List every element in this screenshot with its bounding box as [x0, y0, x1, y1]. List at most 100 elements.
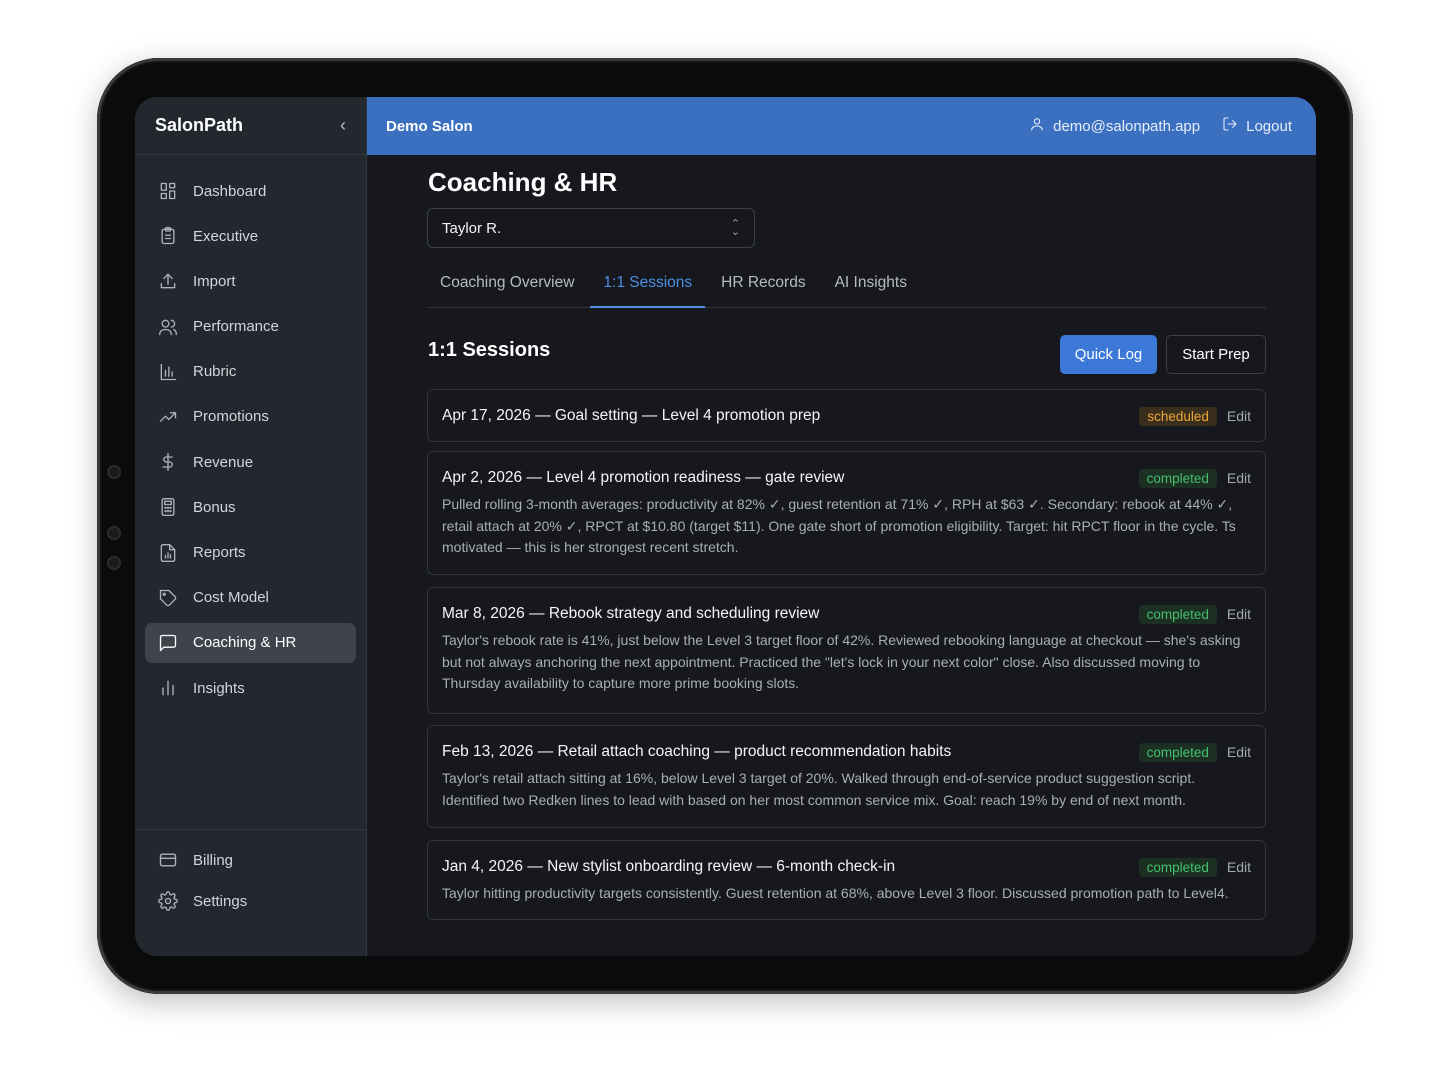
edit-button[interactable]: Edit [1227, 859, 1251, 875]
top-header: Demo Salon demo@salonpath.app Logout [367, 97, 1316, 155]
header-actions: demo@salonpath.app Logout [1029, 116, 1292, 136]
session-notes: Taylor's retail attach sitting at 16%, b… [442, 770, 1196, 808]
device-sensor [107, 556, 121, 570]
sidebar-item-coaching-hr[interactable]: Coaching & HR [145, 622, 356, 663]
gear-icon [157, 890, 179, 912]
session-title: Apr 17, 2026 — Goal setting — Level 4 pr… [442, 407, 821, 424]
edit-button[interactable]: Edit [1227, 606, 1251, 622]
sidebar-item-label: Executive [193, 227, 259, 245]
tag-icon [157, 587, 179, 609]
session-title: Jan 4, 2026 — New stylist onboarding rev… [442, 858, 896, 875]
sidebar-item-label: Reports [193, 544, 246, 561]
session-card[interactable]: Apr 17, 2026 — Goal setting — Level 4 pr… [427, 389, 1266, 442]
sidebar-item-executive[interactable]: Executive [145, 216, 356, 256]
section-title: 1:1 Sessions [428, 339, 551, 361]
status-badge: completed [1138, 742, 1217, 762]
logout-button[interactable]: Logout [1222, 116, 1292, 136]
session-card[interactable]: Apr 2, 2026 — Level 4 promotion readines… [427, 451, 1266, 575]
logout-icon [1222, 116, 1238, 136]
upload-icon [157, 270, 179, 292]
status-badge: completed [1138, 468, 1217, 488]
stylist-select[interactable]: Taylor R. ⌃ ⌄ [427, 208, 755, 248]
sidebar-item-billing[interactable]: Billing [145, 840, 357, 880]
trending-up-icon [157, 406, 179, 428]
page-title: Coaching & HR [428, 167, 618, 197]
sidebar-item-label: Insights [193, 679, 245, 697]
brand-row: SalonPath ‹ [135, 97, 366, 155]
sidebar-item-dashboard[interactable]: Dashboard [145, 171, 356, 211]
session-card-header: Apr 17, 2026 — Goal setting — Level 4 pr… [442, 405, 1251, 427]
brand-logo: SalonPath [155, 115, 244, 135]
sidebar-item-import[interactable]: Import [145, 261, 356, 301]
org-name: Demo Salon [386, 117, 473, 135]
chart-line-icon [157, 677, 179, 699]
sidebar-item-label: Settings [193, 892, 248, 910]
sidebar-item-insights[interactable]: Insights [145, 668, 356, 708]
session-card-header: Apr 2, 2026 — Level 4 promotion readines… [442, 467, 1251, 489]
session-card-header: Mar 8, 2026 — Rebook strategy and schedu… [442, 603, 1251, 625]
sidebar-footer: Billing Settings [135, 829, 367, 956]
session-notes: Taylor hitting productivity targets cons… [442, 885, 1229, 901]
sidebar-item-label: Cost Model [193, 589, 269, 607]
session-card-header: Feb 13, 2026 — Retail attach coaching — … [442, 741, 1251, 763]
file-chart-icon [157, 542, 179, 564]
sidebar: SalonPath ‹ Dashboard Executive Import P… [135, 97, 367, 956]
sidebar-item-label: Bonus [193, 498, 236, 516]
sidebar-item-performance[interactable]: Performance [145, 307, 356, 347]
sidebar-item-settings[interactable]: Settings [145, 881, 357, 921]
edit-button[interactable]: Edit [1227, 470, 1251, 486]
sidebar-item-label: Rubric [193, 363, 237, 381]
sidebar-item-promotions[interactable]: Promotions [145, 397, 356, 437]
session-title: Apr 2, 2026 — Level 4 promotion readines… [442, 469, 845, 486]
bar-chart-icon [157, 361, 179, 383]
sidebar-item-label: Performance [193, 318, 279, 336]
sidebar-item-label: Import [193, 272, 236, 290]
sidebar-item-reports[interactable]: Reports [145, 533, 356, 573]
session-title: Feb 13, 2026 — Retail attach coaching — … [442, 743, 952, 760]
logout-label: Logout [1246, 117, 1292, 135]
tab-ai-insights[interactable]: AI Insights [822, 268, 920, 308]
user-menu[interactable]: demo@salonpath.app [1029, 116, 1200, 136]
chevron-left-icon[interactable]: ‹ [340, 115, 346, 136]
session-title: Mar 8, 2026 — Rebook strategy and schedu… [442, 605, 820, 622]
tab-hr-records[interactable]: HR Records [708, 268, 818, 308]
user-icon [1029, 116, 1045, 136]
session-card[interactable]: Jan 4, 2026 — New stylist onboarding rev… [427, 840, 1266, 920]
stylist-select-value: Taylor R. [442, 219, 502, 237]
quick-log-button[interactable]: Quick Log [1060, 335, 1157, 374]
session-card[interactable]: Feb 13, 2026 — Retail attach coaching — … [427, 725, 1266, 828]
app-screen: SalonPath ‹ Dashboard Executive Import P… [135, 97, 1316, 956]
device-sensor [107, 465, 121, 479]
tab-1-1-sessions[interactable]: 1:1 Sessions [590, 268, 706, 308]
clipboard-icon [157, 225, 179, 247]
main-content: Coaching & HR Taylor R. ⌃ ⌄ Coaching Over… [367, 155, 1316, 956]
sidebar-item-cost-model[interactable]: Cost Model [145, 578, 356, 618]
sidebar-item-label: Billing [193, 851, 234, 869]
session-card[interactable]: Mar 8, 2026 — Rebook strategy and schedu… [427, 587, 1266, 714]
session-notes: Pulled rolling 3-month averages: product… [442, 496, 1236, 555]
sidebar-nav: Dashboard Executive Import Performance R… [135, 155, 366, 708]
dollar-icon [157, 451, 179, 473]
sidebar-item-label: Revenue [193, 453, 254, 471]
status-badge: completed [1138, 604, 1217, 624]
status-badge: scheduled [1139, 406, 1217, 426]
sidebar-item-label: Promotions [193, 408, 269, 426]
start-prep-button[interactable]: Start Prep [1166, 335, 1266, 374]
sidebar-item-revenue[interactable]: Revenue [145, 442, 356, 482]
sidebar-item-bonus[interactable]: Bonus [145, 487, 356, 527]
session-card-header: Jan 4, 2026 — New stylist onboarding rev… [442, 856, 1251, 878]
status-badge: completed [1138, 857, 1217, 877]
credit-card-icon [157, 849, 179, 871]
tab-bar: Coaching Overview 1:1 Sessions HR Record… [427, 268, 1266, 308]
device-sensor [107, 526, 121, 540]
sidebar-item-rubric[interactable]: Rubric [145, 352, 356, 392]
sidebar-item-label: Dashboard [193, 182, 267, 200]
session-notes: Taylor's rebook rate is 41%, just below … [442, 632, 1241, 691]
message-square-icon [157, 632, 179, 654]
sidebar-item-label: Coaching & HR [193, 634, 297, 652]
chevron-updown-icon: ⌃ ⌄ [730, 218, 740, 238]
edit-button[interactable]: Edit [1227, 408, 1251, 424]
tab-coaching-overview[interactable]: Coaching Overview [427, 268, 587, 308]
users-icon [157, 316, 179, 338]
edit-button[interactable]: Edit [1227, 744, 1251, 760]
